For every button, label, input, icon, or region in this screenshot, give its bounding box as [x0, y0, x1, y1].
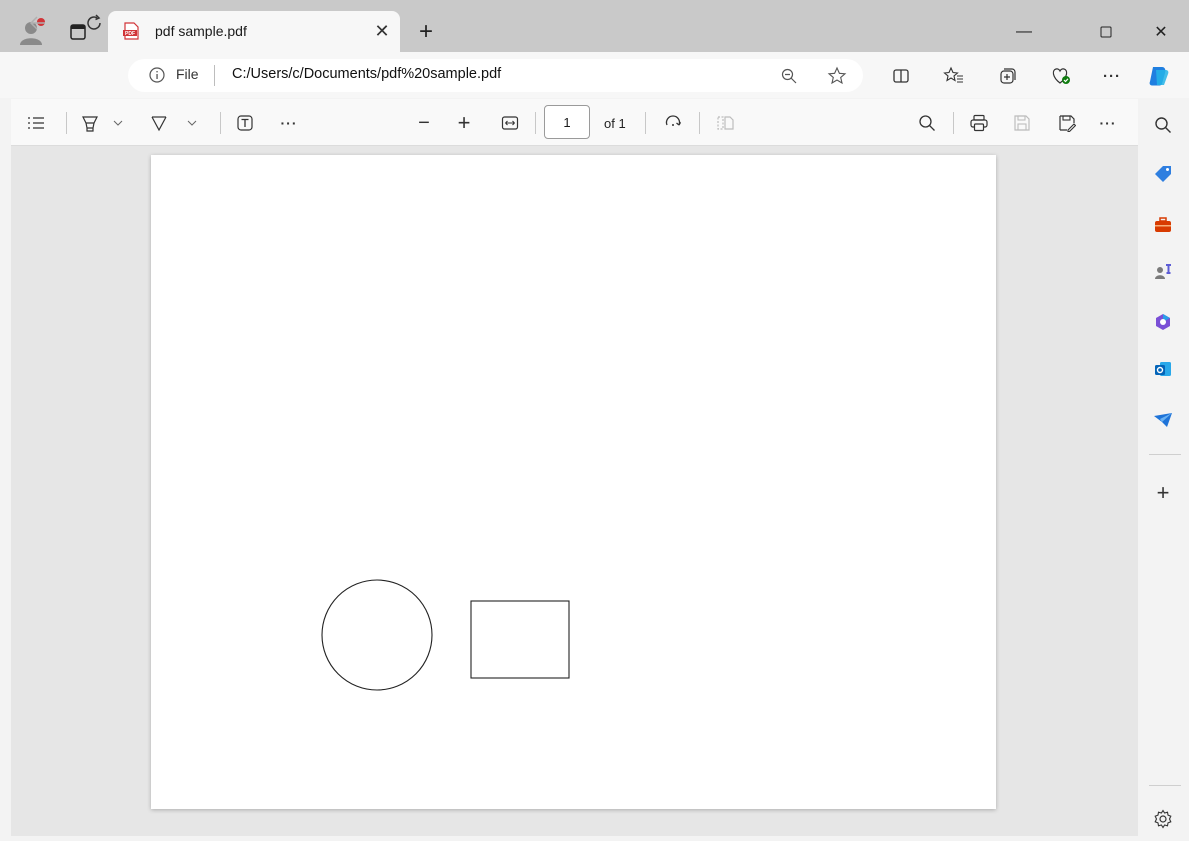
new-tab-button[interactable]: + [412, 18, 440, 46]
settings-icon [1154, 809, 1172, 829]
sidebar-microsoft365-button[interactable] [1150, 309, 1176, 335]
close-window-button[interactable]: ✕ [1139, 14, 1183, 50]
fit-page-icon [501, 116, 519, 130]
active-tab[interactable]: PDF pdf sample.pdf ✕ [108, 11, 400, 52]
contents-button[interactable] [24, 110, 48, 136]
address-scheme-label: File [176, 66, 199, 82]
chevron-down-icon [187, 120, 197, 126]
toolbar-separator [535, 112, 536, 134]
microsoft-365-icon [1156, 314, 1170, 330]
maximize-icon [1100, 26, 1112, 38]
print-icon [970, 114, 988, 132]
rotate-icon [665, 115, 682, 126]
rectangle-shape [470, 600, 570, 679]
sidebar-settings-button[interactable] [1150, 806, 1176, 832]
browser-essentials-icon [1052, 68, 1070, 84]
minimize-button[interactable]: — [1002, 14, 1046, 50]
highlight-button[interactable] [78, 110, 102, 136]
outlook-icon [1155, 362, 1171, 376]
rotate-button[interactable] [661, 110, 685, 136]
telegram-icon [1154, 413, 1172, 427]
zoom-out-button[interactable]: − [412, 110, 436, 136]
pdf-more-options-button[interactable]: ··· [1095, 110, 1121, 136]
games-icon [1155, 264, 1171, 279]
pdf-file-icon: PDF [122, 22, 140, 45]
print-button[interactable] [967, 110, 991, 136]
sidebar-games-button[interactable] [1150, 259, 1176, 285]
text-icon [237, 115, 253, 131]
toolbar-separator [645, 112, 646, 134]
sidebar-divider [1149, 785, 1181, 786]
shopping-tag-icon [1155, 166, 1171, 182]
maximize-button[interactable] [1084, 14, 1128, 50]
more-tools-button[interactable]: ··· [276, 110, 302, 136]
toolbar-separator [953, 112, 954, 134]
collections-icon [1000, 68, 1016, 84]
address-divider [214, 65, 215, 86]
sidebar-tools-button[interactable] [1150, 212, 1176, 238]
find-button[interactable] [915, 110, 939, 136]
svg-text:PDF: PDF [125, 31, 135, 37]
copilot-button[interactable] [1146, 63, 1172, 89]
split-screen-button[interactable] [888, 63, 914, 89]
sidebar-search-button[interactable] [1150, 112, 1176, 138]
pdf-page[interactable] [151, 155, 996, 809]
search-icon [1155, 117, 1171, 133]
refresh-icon [87, 14, 101, 30]
tab-close-button[interactable]: ✕ [370, 19, 394, 43]
sidebar-divider [1149, 454, 1181, 455]
favorites-icon [943, 66, 963, 83]
draw-button[interactable] [147, 110, 171, 136]
favorite-button[interactable] [825, 64, 849, 88]
highlight-icon [82, 116, 98, 132]
sidebar-shopping-button[interactable] [1150, 161, 1176, 187]
page-number-input[interactable] [544, 105, 590, 139]
split-screen-icon [893, 69, 909, 83]
chevron-down-icon [113, 120, 123, 126]
back-icon [29, 16, 45, 30]
zoom-in-button[interactable]: + [452, 110, 476, 136]
search-icon [919, 115, 935, 131]
refresh-button[interactable] [78, 8, 110, 38]
toolbar-separator [66, 112, 67, 134]
tab-title: pdf sample.pdf [155, 23, 247, 39]
copilot-icon [1149, 67, 1169, 86]
sidebar-add-button[interactable]: + [1150, 480, 1176, 506]
zoom-icon [781, 68, 797, 84]
address-url[interactable]: C:/Users/c/Documents/pdf%20sample.pdf [232, 66, 501, 82]
draw-icon [151, 116, 167, 132]
save-as-button[interactable] [1055, 110, 1079, 136]
collections-button[interactable] [995, 63, 1021, 89]
page-view-button [713, 110, 737, 136]
page-view-icon [717, 116, 734, 130]
tools-icon [1155, 217, 1171, 232]
edge-sidebar [1139, 98, 1189, 841]
favorites-button[interactable] [941, 63, 967, 89]
page-drawing [321, 579, 570, 691]
favorite-star-icon [827, 66, 847, 85]
contents-icon [28, 117, 44, 129]
save-button [1010, 110, 1034, 136]
draw-options-button[interactable] [184, 110, 200, 136]
toolbar-separator [699, 112, 700, 134]
sidebar-telegram-button[interactable] [1150, 407, 1176, 433]
highlight-options-button[interactable] [110, 110, 126, 136]
browser-essentials-button[interactable] [1048, 63, 1074, 89]
info-icon[interactable] [148, 66, 166, 84]
fit-page-button[interactable] [498, 110, 522, 136]
save-as-icon [1059, 115, 1076, 132]
add-text-button[interactable] [233, 110, 257, 136]
sidebar-outlook-button[interactable] [1150, 356, 1176, 382]
page-count: of 1 [604, 116, 626, 131]
zoom-indicator-button[interactable] [777, 64, 801, 88]
back-button[interactable] [22, 8, 54, 38]
toolbar-separator [220, 112, 221, 134]
settings-more-button[interactable]: ··· [1099, 63, 1125, 89]
save-icon [1014, 115, 1030, 131]
circle-shape [321, 579, 433, 691]
